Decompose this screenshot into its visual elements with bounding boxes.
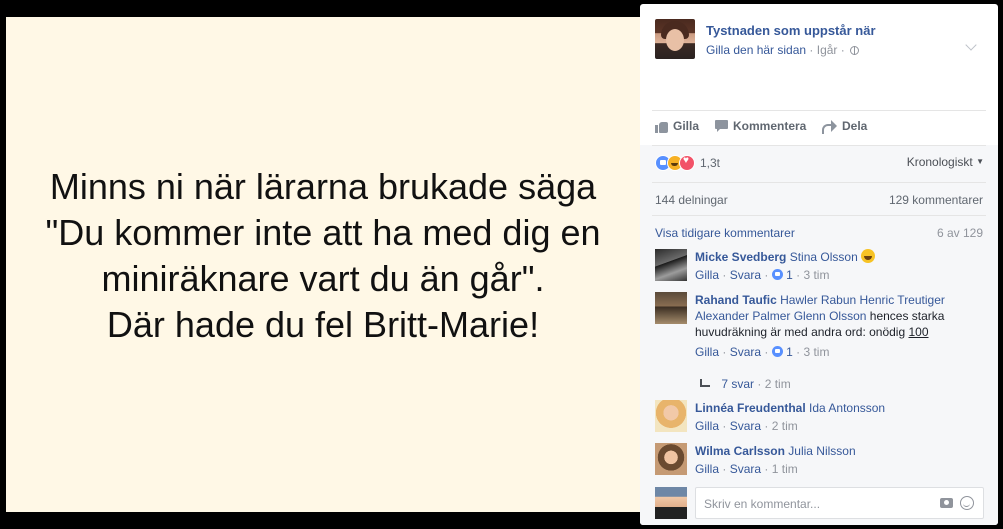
- comment-like-button[interactable]: Gilla: [695, 268, 719, 282]
- meta-separator: ·: [809, 43, 817, 57]
- comment-tags[interactable]: Julia Nilsson: [788, 444, 855, 458]
- previous-comments: Visa tidigare kommentarer 6 av 129: [655, 226, 983, 240]
- caret-down-icon: ▼: [976, 157, 984, 166]
- post-header: Tystnaden som uppstår när Gilla den här …: [655, 19, 985, 61]
- thumbs-up-icon: [655, 120, 668, 133]
- view-previous-comments-link[interactable]: Visa tidigare kommentarer: [655, 226, 795, 240]
- post-sidebar: Tystnaden som uppstår när Gilla den här …: [640, 4, 998, 525]
- comment-icon: [715, 120, 728, 132]
- photo-caption-text: Minns ni när lärarna brukade säga "Du ko…: [45, 164, 600, 348]
- comment-time[interactable]: 3 tim: [803, 268, 829, 282]
- post-photo[interactable]: Minns ni när lärarna brukade säga "Du ko…: [6, 17, 640, 512]
- camera-icon[interactable]: [940, 498, 953, 508]
- chevron-down-icon[interactable]: [965, 39, 977, 51]
- hundred-emoji-icon: 100: [908, 325, 929, 339]
- comment-time[interactable]: 2 tim: [772, 419, 798, 433]
- photo-line-3: miniräknare vart du än går".: [101, 257, 545, 299]
- comment-like-count[interactable]: 1: [786, 345, 793, 359]
- comment-reply-button[interactable]: Svara: [730, 268, 761, 282]
- avatar[interactable]: [655, 443, 687, 475]
- comment-tags[interactable]: Stina Olsson: [790, 250, 858, 264]
- share-label: Dela: [842, 119, 868, 133]
- comment-author[interactable]: Linnéa Freudenthal: [695, 401, 806, 415]
- sort-label: Kronologiskt: [906, 155, 973, 169]
- comment-reply-button[interactable]: Svara: [730, 345, 761, 359]
- reaction-count: 1,3t: [700, 156, 721, 170]
- current-user-avatar: [655, 487, 687, 519]
- reply-count: 7 svar: [721, 377, 755, 391]
- post-meta: Gilla den här sidan · Igår ·: [706, 43, 860, 57]
- comment-input-placeholder: Skriv en kommentar...: [704, 497, 821, 511]
- post-stats: 144 delningar 129 kommentarer: [655, 193, 983, 207]
- comment-like-button[interactable]: Gilla: [695, 419, 719, 433]
- love-reaction-icon: [679, 155, 695, 171]
- like-button[interactable]: Gilla: [655, 119, 699, 133]
- comment-reply-button[interactable]: Svara: [730, 462, 761, 476]
- smiley-icon[interactable]: [960, 496, 974, 510]
- photo-line-4: Där hade du fel Britt-Marie!: [106, 303, 540, 345]
- laughing-emoji-icon: [861, 249, 876, 263]
- like-reaction-icon: [771, 269, 783, 280]
- divider: [652, 182, 986, 183]
- divider: [652, 145, 986, 146]
- comment-like-button[interactable]: Gilla: [695, 462, 719, 476]
- share-button[interactable]: Dela: [822, 119, 868, 134]
- comment-button[interactable]: Kommentera: [715, 119, 806, 133]
- like-page-link[interactable]: Gilla den här sidan: [706, 43, 806, 57]
- comment-author[interactable]: Wilma Carlsson: [695, 444, 785, 458]
- share-count[interactable]: 144 delningar: [655, 193, 728, 207]
- comment-composer: Skriv en kommentar...: [655, 487, 985, 519]
- comment-tags[interactable]: Ida Antonsson: [809, 401, 885, 415]
- divider: [652, 215, 986, 216]
- avatar[interactable]: [655, 292, 687, 324]
- comment-reply-button[interactable]: Svara: [730, 419, 761, 433]
- comment-author[interactable]: Rahand Taufic: [695, 293, 777, 307]
- share-icon: [822, 120, 837, 134]
- comment-like-button[interactable]: Gilla: [695, 345, 719, 359]
- photo-line-2: "Du kommer inte att ha med dig en: [45, 211, 601, 253]
- comment-author[interactable]: Micke Svedberg: [695, 250, 786, 264]
- like-label: Gilla: [673, 119, 700, 133]
- avatar[interactable]: [655, 249, 687, 281]
- reply-arrow-icon: [700, 379, 710, 387]
- view-replies-link[interactable]: 7 svar · 2 tim: [700, 377, 791, 391]
- sort-dropdown[interactable]: Kronologiskt ▼: [907, 155, 984, 169]
- comment-count[interactable]: 129 kommentarer: [889, 193, 983, 207]
- like-reaction-icon: [771, 346, 783, 357]
- globe-icon: [850, 46, 860, 55]
- comment-label: Kommentera: [733, 119, 807, 133]
- action-bar: Gilla Kommentera Dela: [655, 119, 985, 137]
- comment-input[interactable]: Skriv en kommentar...: [695, 487, 984, 519]
- page-name[interactable]: Tystnaden som uppstår när: [706, 23, 876, 38]
- comment-pager: 6 av 129: [936, 226, 983, 240]
- comment-like-count[interactable]: 1: [786, 268, 793, 282]
- comment-time[interactable]: 1 tim: [772, 462, 798, 476]
- photo-line-1: Minns ni när lärarna brukade säga: [49, 165, 597, 207]
- post-time[interactable]: Igår: [817, 43, 838, 57]
- replies-time: 2 tim: [764, 377, 791, 391]
- page-avatar[interactable]: [655, 19, 695, 59]
- divider: [652, 110, 986, 111]
- comment-time[interactable]: 3 tim: [803, 345, 829, 359]
- avatar[interactable]: [655, 400, 687, 432]
- reactions-summary[interactable]: 1,3t: [655, 154, 720, 172]
